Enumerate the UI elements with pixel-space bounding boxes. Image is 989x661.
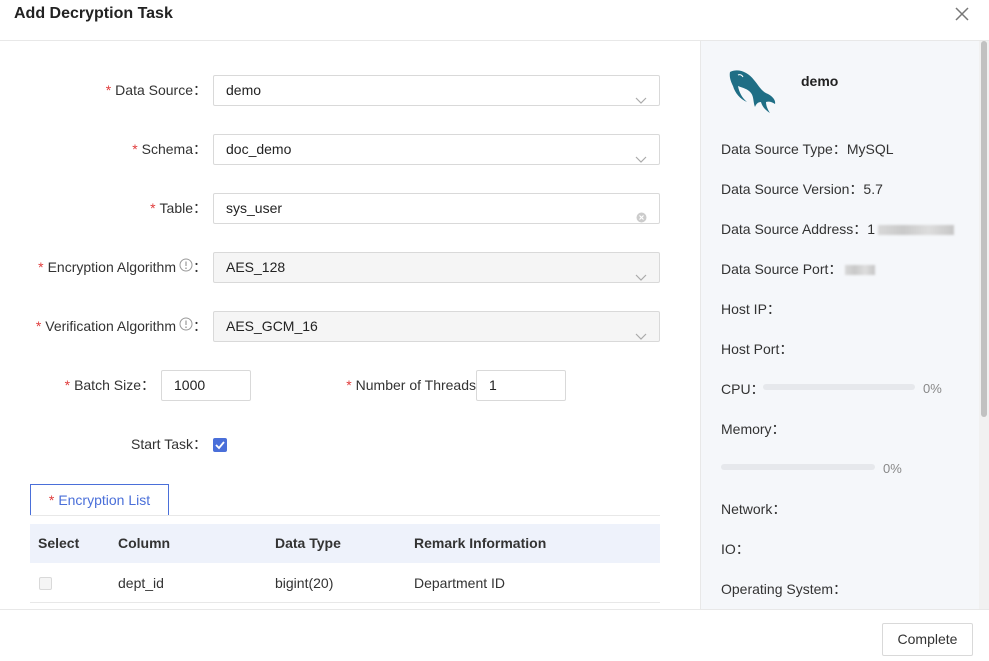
- encryption-algorithm-value: AES_128: [226, 259, 286, 275]
- cpu-usage-bar: [763, 384, 915, 390]
- encryption-algorithm-label: * Encryption Algorithm：: [0, 252, 207, 283]
- encryption-algorithm-select[interactable]: AES_128: [213, 252, 660, 283]
- start-task-label: Start Task：: [131, 436, 207, 452]
- info-port: Data Source Port：: [721, 259, 876, 279]
- cell-remark: Department ID: [414, 575, 506, 591]
- info-network: Network：: [721, 501, 787, 517]
- task-form: * Data Source： demo * Schema： doc_demo * Ta…: [0, 41, 700, 609]
- header-column: Column: [118, 535, 171, 551]
- dialog-footer: Complete: [0, 609, 989, 661]
- batch-size-label: * Batch Size：: [64, 377, 155, 393]
- dialog-title: Add Decryption Task: [14, 5, 173, 22]
- verification-algorithm-label: * Verification Algorithm：: [0, 311, 207, 342]
- info-io: IO：: [721, 541, 750, 557]
- data-source-label: * Data Source：: [105, 82, 207, 98]
- tab-divider: [30, 515, 660, 516]
- schema-label: * Schema：: [132, 141, 207, 157]
- table-label: * Table：: [150, 200, 207, 216]
- check-icon: [215, 441, 225, 450]
- scrollbar-thumb[interactable]: [981, 41, 987, 417]
- side-panel-scrollbar[interactable]: [979, 41, 989, 609]
- data-source-name: demo: [801, 73, 839, 89]
- dialog-header: Add Decryption Task: [0, 0, 989, 41]
- chevron-down-icon: [635, 145, 647, 174]
- data-source-select[interactable]: demo: [213, 75, 660, 106]
- memory-usage-percent: 0%: [883, 461, 902, 476]
- info-address: Data Source Address：1: [721, 219, 955, 239]
- schema-value: doc_demo: [226, 141, 292, 157]
- clear-icon[interactable]: [636, 204, 647, 233]
- header-select: Select: [38, 535, 80, 551]
- table-select[interactable]: sys_user: [213, 193, 660, 224]
- tab-encryption-list[interactable]: * Encryption List: [30, 484, 169, 516]
- info-memory-label: Memory：: [721, 421, 786, 437]
- info-host-port: Host Port：: [721, 341, 794, 357]
- info-icon[interactable]: [179, 311, 193, 342]
- schema-select[interactable]: doc_demo: [213, 134, 660, 165]
- data-source-value: demo: [226, 82, 262, 98]
- chevron-down-icon: [635, 86, 647, 115]
- complete-button[interactable]: Complete: [882, 623, 973, 656]
- info-version: Data Source Version：5.7: [721, 181, 883, 197]
- header-data-type: Data Type: [275, 535, 341, 551]
- memory-usage-bar: [721, 464, 875, 470]
- cell-data-type: bigint(20): [275, 575, 334, 591]
- mysql-dolphin-icon: [726, 66, 778, 119]
- info-icon[interactable]: [179, 252, 193, 283]
- cpu-usage-percent: 0%: [923, 381, 942, 396]
- info-cpu-label: CPU：: [721, 381, 765, 397]
- redacted-port: [845, 265, 876, 276]
- batch-size-input[interactable]: 1000: [161, 370, 251, 401]
- close-icon[interactable]: [953, 5, 971, 23]
- chevron-down-icon: [635, 322, 647, 351]
- threads-label: * Number of Threads: [346, 377, 476, 393]
- start-task-checkbox[interactable]: [213, 438, 227, 452]
- verification-algorithm-select[interactable]: AES_GCM_16: [213, 311, 660, 342]
- verification-algorithm-value: AES_GCM_16: [226, 318, 318, 334]
- threads-input[interactable]: 1: [476, 370, 566, 401]
- redacted-address: [878, 225, 955, 236]
- batch-size-value: 1000: [174, 377, 206, 393]
- chevron-down-icon: [635, 263, 647, 292]
- header-remark: Remark Information: [414, 535, 547, 551]
- table-row-dept-id: dept_id bigint(20) Department ID: [30, 563, 660, 603]
- row-select-checkbox[interactable]: [39, 577, 52, 590]
- info-host-ip: Host IP：: [721, 301, 781, 317]
- threads-value: 1: [489, 377, 497, 393]
- cell-column: dept_id: [118, 575, 164, 591]
- table-header: Select Column Data Type Remark Informati…: [30, 524, 660, 563]
- info-os: Operating System：: [721, 581, 848, 597]
- data-source-info-panel: demo Data Source Type：MySQL Data Source …: [700, 41, 979, 609]
- table-value: sys_user: [226, 200, 283, 216]
- info-type: Data Source Type：MySQL: [721, 141, 894, 157]
